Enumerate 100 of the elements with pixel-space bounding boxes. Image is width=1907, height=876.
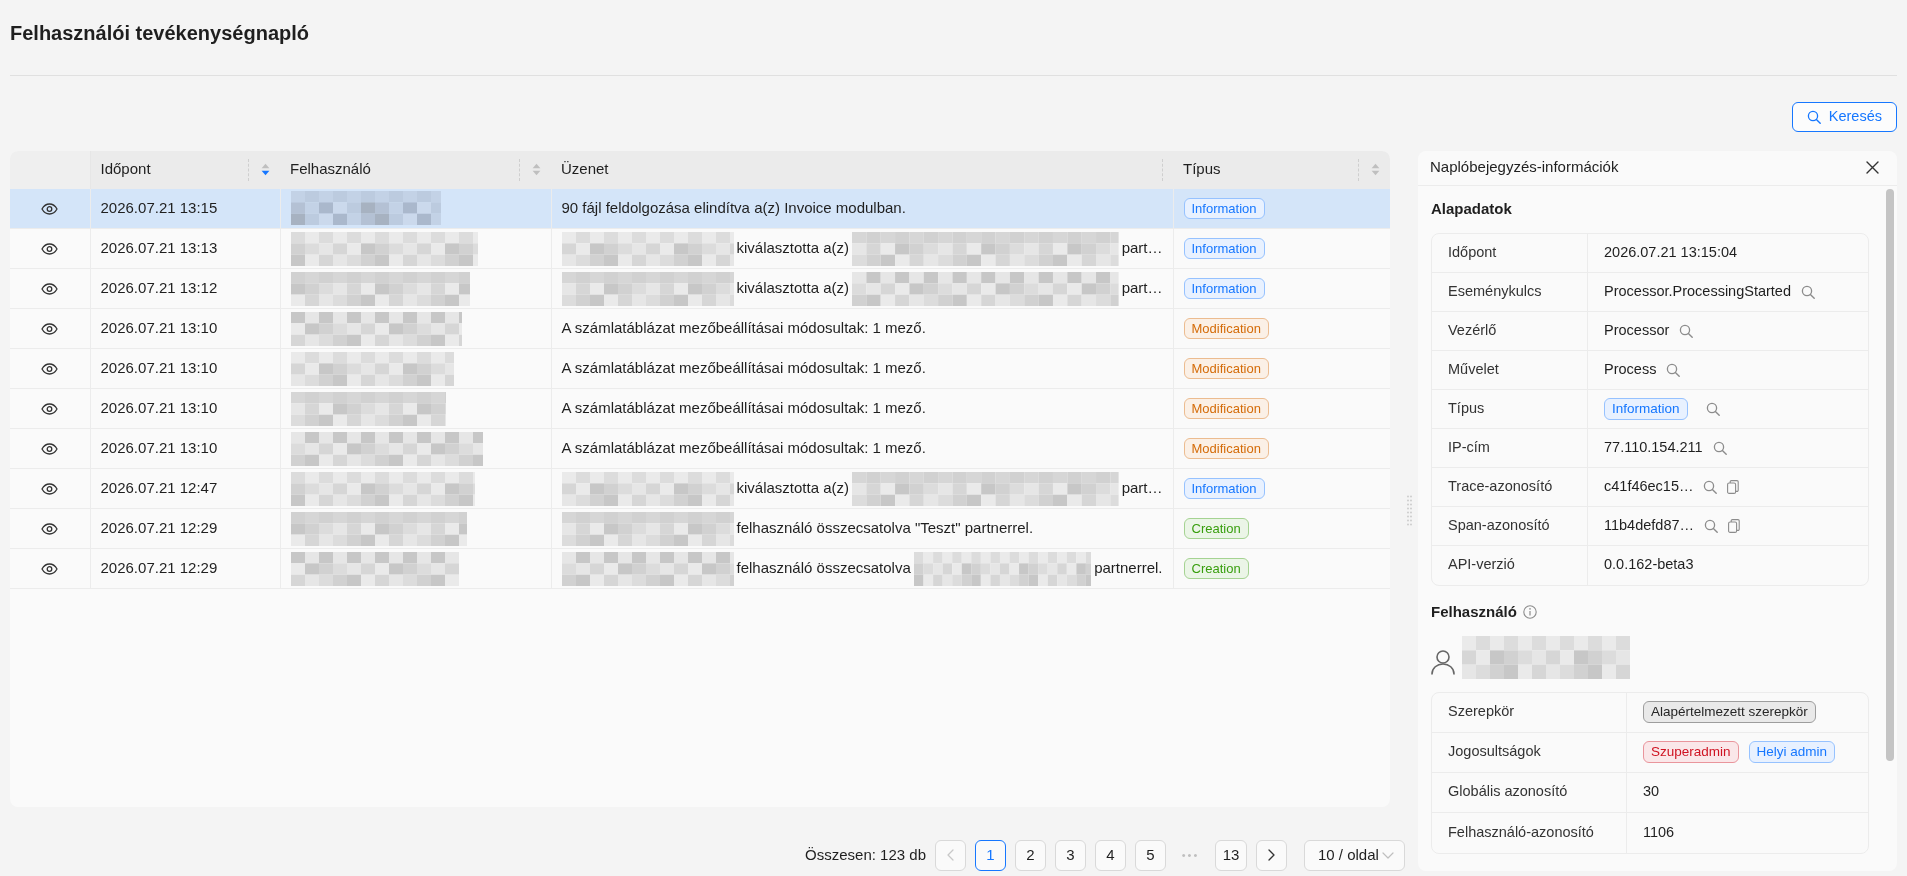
table-row[interactable]: 2026.07.21 13:10 A számlatáblázat mezőbeállításai módosultak: 1 mező. Modification	[10, 348, 1390, 389]
eye-icon[interactable]	[41, 203, 59, 216]
field-label: Felhasználó-azonosító	[1432, 812, 1627, 853]
time-cell: 2026.07.21 12:29	[90, 548, 280, 589]
eye-icon[interactable]	[41, 563, 59, 576]
time-cell: 2026.07.21 13:15	[90, 188, 280, 229]
time-cell: 2026.07.21 12:47	[90, 468, 280, 509]
table-row[interactable]: 2026.07.21 13:10 A számlatáblázat mezőbeállításai módosultak: 1 mező. Modification	[10, 308, 1390, 349]
search-icon[interactable]	[1666, 362, 1681, 377]
search-icon	[1806, 109, 1821, 124]
time-cell: 2026.07.21 13:13	[90, 228, 280, 269]
field-label: Jogosultságok	[1432, 732, 1627, 772]
field-label: Művelet	[1432, 350, 1588, 389]
time-cell: 2026.07.21 13:10	[90, 388, 280, 429]
field-label: API-verzió	[1432, 545, 1588, 585]
field-label: Vezérlő	[1432, 311, 1588, 350]
field-label: Típus	[1432, 389, 1588, 428]
eye-icon[interactable]	[41, 443, 59, 456]
table-row[interactable]: 2026.07.21 13:12 kiválasztotta a(z) part… Information	[10, 268, 1390, 309]
type-tag: Modification	[1183, 398, 1269, 420]
field-value: Processor.ProcessingStarted	[1604, 281, 1791, 301]
eye-icon[interactable]	[41, 283, 59, 296]
column-header[interactable]: Üzenet	[561, 158, 609, 181]
page-button[interactable]: 2	[1015, 839, 1046, 871]
field-value: 0.0.162-beta3	[1604, 555, 1694, 575]
time-cell: 2026.07.21 13:10	[90, 348, 280, 389]
page-button[interactable]: 3	[1055, 839, 1086, 871]
table-row[interactable]: 2026.07.21 12:29 felhasználó összecsatolva partnerrel. Creation	[10, 548, 1390, 589]
time-cell: 2026.07.21 13:10	[90, 308, 280, 349]
message-text: A számlatáblázat mezőbeállításai módosultak: 1 mező.	[561, 358, 926, 379]
page-button[interactable]: 13	[1215, 839, 1247, 871]
time-cell: 2026.07.21 13:12	[90, 268, 280, 309]
column-header[interactable]: Típus	[1183, 158, 1221, 181]
message-text: felhasználó összecsatolva	[736, 558, 911, 579]
column-header[interactable]: Időpont	[100, 158, 151, 181]
page-button[interactable]: 5	[1135, 839, 1166, 871]
message-text: kiválasztotta a(z)	[736, 478, 850, 499]
field-value: c41f46ec15…	[1604, 476, 1694, 496]
message-text: A számlatáblázat mezőbeállításai módosultak: 1 mező.	[561, 398, 926, 419]
page-button[interactable]: 1	[975, 839, 1006, 871]
eye-icon[interactable]	[41, 523, 59, 536]
search-icon[interactable]	[1705, 401, 1720, 416]
message-text: kiválasztotta a(z)	[736, 278, 850, 299]
search-icon[interactable]	[1801, 284, 1815, 299]
field-label: Eseménykulcs	[1432, 272, 1588, 311]
chevron-right-icon	[1268, 849, 1275, 861]
eye-icon[interactable]	[41, 403, 59, 416]
field-value: Process	[1604, 359, 1657, 379]
section-heading: Felhasználó	[1431, 601, 1517, 622]
message-text: part…	[1121, 238, 1163, 259]
type-tag: Modification	[1183, 438, 1269, 460]
message-text: A számlatáblázat mezőbeállításai módosultak: 1 mező.	[561, 438, 926, 459]
scrollbar-thumb[interactable]	[1886, 188, 1894, 761]
sort-icon[interactable]	[261, 163, 270, 176]
next-page-button[interactable]	[1256, 839, 1287, 871]
section-heading: Alapadatok	[1431, 198, 1512, 219]
role-tag: Szuperadmin	[1643, 741, 1739, 763]
user-icon	[1431, 649, 1455, 675]
info-icon[interactable]	[1522, 604, 1537, 619]
time-cell: 2026.07.21 12:29	[90, 508, 280, 549]
field-value: Processor	[1604, 320, 1670, 340]
page-button[interactable]: 4	[1095, 839, 1126, 871]
search-icon[interactable]	[1679, 323, 1694, 338]
search-button[interactable]: Keresés	[1791, 101, 1897, 132]
chevron-down-icon	[1382, 851, 1394, 859]
field-label: Span-azonosító	[1432, 506, 1588, 545]
page-size-select[interactable]: 10 / oldal	[1304, 839, 1405, 871]
chevron-left-icon	[947, 849, 954, 861]
type-tag: Modification	[1183, 318, 1269, 340]
page-title: Felhasználói tevékenységnapló	[10, 21, 309, 46]
table-row[interactable]: 2026.07.21 13:10 A számlatáblázat mezőbeállításai módosultak: 1 mező. Modification	[10, 388, 1390, 429]
close-icon[interactable]	[1866, 161, 1879, 174]
copy-icon[interactable]	[1727, 479, 1740, 494]
table-row[interactable]: 2026.07.21 12:47 kiválasztotta a(z) part… Information	[10, 468, 1390, 509]
panel-title: Naplóbejegyzés-információk	[1430, 157, 1619, 178]
table-row[interactable]: 2026.07.21 13:15 90 fájl feldolgozása elindítva a(z) Invoice modulban. Information	[10, 188, 1390, 229]
eye-icon[interactable]	[41, 323, 59, 336]
message-text: kiválasztotta a(z)	[736, 238, 850, 259]
time-cell: 2026.07.21 13:10	[90, 428, 280, 469]
resize-handle-icon[interactable]	[1407, 495, 1412, 526]
column-header[interactable]: Felhasználó	[290, 158, 371, 181]
total-count: Összesen: 123 db	[805, 844, 926, 865]
eye-icon[interactable]	[41, 243, 59, 256]
field-value: 11b4defd87…	[1604, 515, 1695, 535]
eye-icon[interactable]	[41, 483, 59, 496]
search-icon[interactable]	[1712, 440, 1727, 455]
message-text: 90 fájl feldolgozása elindítva a(z) Invoice modulban.	[561, 198, 906, 218]
field-value: 1106	[1643, 822, 1675, 842]
type-tag: Creation	[1183, 558, 1249, 580]
search-icon[interactable]	[1704, 518, 1719, 533]
type-tag: Information	[1183, 478, 1265, 500]
table-row[interactable]: 2026.07.21 13:10 A számlatáblázat mezőbeállításai módosultak: 1 mező. Modification	[10, 428, 1390, 469]
message-text: part…	[1121, 478, 1163, 499]
type-tag: Information	[1183, 198, 1265, 219]
eye-icon[interactable]	[41, 363, 59, 376]
copy-icon[interactable]	[1728, 518, 1741, 533]
table-row[interactable]: 2026.07.21 12:29 felhasználó összecsatolva "Teszt" partnerrel. Creation	[10, 508, 1390, 549]
table-row[interactable]: 2026.07.21 13:13 kiválasztotta a(z) part… Information	[10, 228, 1390, 269]
search-icon[interactable]	[1703, 479, 1718, 494]
type-tag: Creation	[1183, 518, 1249, 540]
